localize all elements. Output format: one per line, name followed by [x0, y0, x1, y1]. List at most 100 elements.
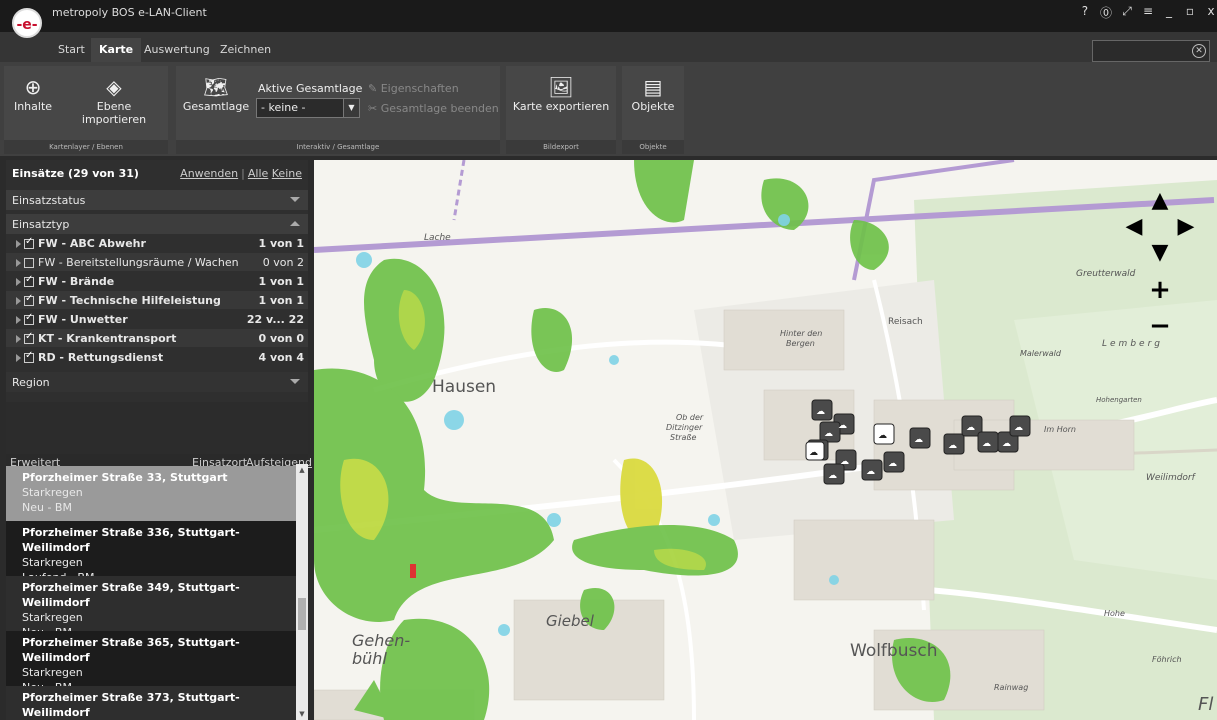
- incident-address: Pforzheimer Straße 373, Stuttgart-Weilim…: [22, 691, 240, 719]
- svg-text:☁: ☁: [1014, 423, 1023, 433]
- tab-auswertung[interactable]: Auswertung: [138, 40, 216, 59]
- pan-right-icon[interactable]: ▶: [1174, 216, 1198, 238]
- type-row[interactable]: FW - Brände 1 von 1: [6, 272, 308, 290]
- layers-add-icon: ◈: [106, 75, 122, 99]
- inhalte-button[interactable]: ⊕ Inhalte: [8, 74, 58, 113]
- type-label: FW - Technische Hilfeleistung: [38, 294, 221, 307]
- inhalte-label: Inhalte: [13, 100, 53, 113]
- zoom-in-icon[interactable]: +: [1148, 277, 1172, 303]
- maximize-icon[interactable]: ▫: [1184, 4, 1196, 21]
- expand-arrow-icon[interactable]: [16, 316, 21, 324]
- svg-text:Im Horn: Im Horn: [1044, 425, 1076, 434]
- gesamtlage-beenden-label: Gesamtlage beenden: [380, 102, 499, 115]
- list-item[interactable]: Pforzheimer Straße 33, Stuttgart Starkre…: [6, 466, 296, 521]
- map-book-icon: 🗺: [203, 75, 229, 99]
- aktive-gesamtlage-value: - keine -: [261, 101, 306, 114]
- type-row[interactable]: KT - Krankentransport 0 von 0: [6, 329, 308, 347]
- svg-text:Malerwald: Malerwald: [1020, 349, 1062, 358]
- checkbox[interactable]: [24, 331, 34, 344]
- chevron-down-icon[interactable]: ▼: [343, 99, 359, 117]
- globe-icon: ⊕: [24, 75, 42, 99]
- type-count: 0 von 2: [262, 256, 304, 269]
- expand-arrow-icon[interactable]: [16, 297, 21, 305]
- eigenschaften-button[interactable]: ✎ Eigenschaften: [368, 82, 459, 95]
- pan-up-icon[interactable]: ▲: [1148, 190, 1172, 212]
- close-icon[interactable]: x: [1205, 4, 1217, 21]
- ribbon-tabs: Start Karte Auswertung Zeichnen: [0, 32, 1217, 63]
- type-count: 0 von 0: [258, 332, 304, 345]
- checkbox[interactable]: [24, 236, 34, 249]
- tab-zeichnen[interactable]: Zeichnen: [214, 40, 277, 59]
- alle-link[interactable]: Alle: [248, 167, 268, 180]
- list-item[interactable]: Pforzheimer Straße 336, Stuttgart-Weilim…: [6, 521, 296, 584]
- scroll-down-icon[interactable]: ▼: [296, 708, 308, 720]
- keine-link[interactable]: Keine: [272, 167, 302, 180]
- svg-text:Reisach: Reisach: [888, 317, 923, 327]
- checkbox[interactable]: [24, 312, 34, 325]
- incident-type: Starkregen: [22, 486, 83, 499]
- help-icon[interactable]: ?: [1079, 4, 1091, 21]
- expand-arrow-icon[interactable]: [16, 335, 21, 343]
- fullscreen-icon[interactable]: ⤢: [1121, 4, 1133, 21]
- scroll-up-icon[interactable]: ▲: [296, 464, 308, 476]
- checkbox[interactable]: [24, 274, 34, 287]
- pan-down-icon[interactable]: ▼: [1148, 242, 1172, 264]
- anwenden-link[interactable]: Anwenden: [180, 167, 238, 180]
- svg-text:Giebel: Giebel: [546, 612, 595, 630]
- tab-start[interactable]: Start: [52, 40, 91, 59]
- svg-text:Bergen: Bergen: [786, 339, 815, 348]
- section-region[interactable]: Region: [6, 372, 308, 392]
- svg-text:Hohe: Hohe: [1104, 609, 1125, 618]
- expand-arrow-icon[interactable]: [16, 259, 21, 267]
- list-item[interactable]: Pforzheimer Straße 349, Stuttgart-Weilim…: [6, 576, 296, 639]
- svg-text:☁: ☁: [878, 431, 887, 441]
- filter-links: Anwenden | Alle Keine: [180, 167, 302, 180]
- title-bar: -e- metropoly BOS e-LAN-Client ? ⓪ ⤢ ≡ _…: [0, 0, 1217, 38]
- type-label: FW - ABC Abwehr: [38, 237, 146, 250]
- incident-status: Neu - BM: [22, 501, 72, 514]
- checkbox[interactable]: [24, 258, 34, 268]
- expand-arrow-icon[interactable]: [16, 278, 21, 286]
- minimize-icon[interactable]: _: [1163, 4, 1175, 21]
- list-item[interactable]: Pforzheimer Straße 365, Stuttgart-Weilim…: [6, 631, 296, 694]
- section-einsatzstatus[interactable]: Einsatzstatus: [6, 190, 308, 210]
- list-item[interactable]: Pforzheimer Straße 373, Stuttgart-Weilim…: [6, 686, 296, 720]
- tab-karte[interactable]: Karte: [91, 38, 142, 63]
- map-view[interactable]: ☁ ☁ ☁ ☁ ☁ ☁ ☁ ☁ ☁ ☁ ☁ ☁ ☁ ☁ ☁ Hausen Gehen- bühl …: [314, 160, 1217, 720]
- map-label-hausen: Hausen: [432, 377, 496, 397]
- type-row[interactable]: FW - Technische Hilfeleistung 1 von 1: [6, 291, 308, 309]
- ebene-importieren-button[interactable]: ◈ Ebene importieren: [64, 74, 164, 126]
- zoom-out-icon[interactable]: −: [1148, 313, 1172, 339]
- expand-icon: [290, 197, 300, 202]
- info-icon[interactable]: ⓪: [1100, 4, 1112, 21]
- svg-text:Fl: Fl: [1198, 694, 1213, 715]
- list-scrollbar[interactable]: ▲ ▼: [296, 464, 308, 720]
- clear-search-icon[interactable]: ✕: [1192, 44, 1206, 58]
- expand-arrow-icon[interactable]: [16, 354, 21, 362]
- type-row[interactable]: RD - Rettungsdienst 4 von 4: [6, 348, 308, 366]
- objekte-button[interactable]: ▤ Objekte: [628, 74, 678, 113]
- incident-address: Pforzheimer Straße 365, Stuttgart-Weilim…: [22, 636, 240, 664]
- scroll-thumb[interactable]: [298, 598, 306, 630]
- type-row[interactable]: FW - Bereitstellungsräume / Wachen 0 von…: [6, 253, 308, 271]
- gesamtlage-button[interactable]: 🗺 Gesamtlage: [182, 74, 250, 113]
- type-label: KT - Krankentransport: [38, 332, 177, 345]
- type-row[interactable]: FW - ABC Abwehr 1 von 1: [6, 234, 308, 252]
- svg-text:Straße: Straße: [670, 433, 696, 442]
- map-canvas: ☁☁☁ ☁☁ ☁ ☁☁☁ ☁☁ ☁ ☁ ☁☁ Hausen Gehen- bühl …: [314, 160, 1217, 720]
- search-input[interactable]: ✕: [1092, 40, 1210, 62]
- checkbox[interactable]: [24, 293, 34, 306]
- pan-left-icon[interactable]: ◀: [1122, 216, 1146, 238]
- gesamtlage-beenden-button[interactable]: ✂ Gesamtlage beenden: [368, 102, 499, 115]
- region-area: [6, 402, 308, 454]
- incident-type: Starkregen: [22, 666, 83, 679]
- menu-icon[interactable]: ≡: [1142, 4, 1154, 21]
- checkbox[interactable]: [24, 350, 34, 363]
- karte-exportieren-button[interactable]: 🖼 Karte exportieren: [512, 74, 610, 113]
- section-einsatztyp[interactable]: Einsatztyp: [6, 214, 308, 234]
- type-row[interactable]: FW - Unwetter 22 v... 22: [6, 310, 308, 328]
- edit-icon: ✎: [368, 82, 381, 95]
- app-title: metropoly BOS e-LAN-Client: [52, 6, 207, 19]
- expand-arrow-icon[interactable]: [16, 240, 21, 248]
- aktive-gesamtlage-select[interactable]: - keine - ▼: [256, 98, 360, 118]
